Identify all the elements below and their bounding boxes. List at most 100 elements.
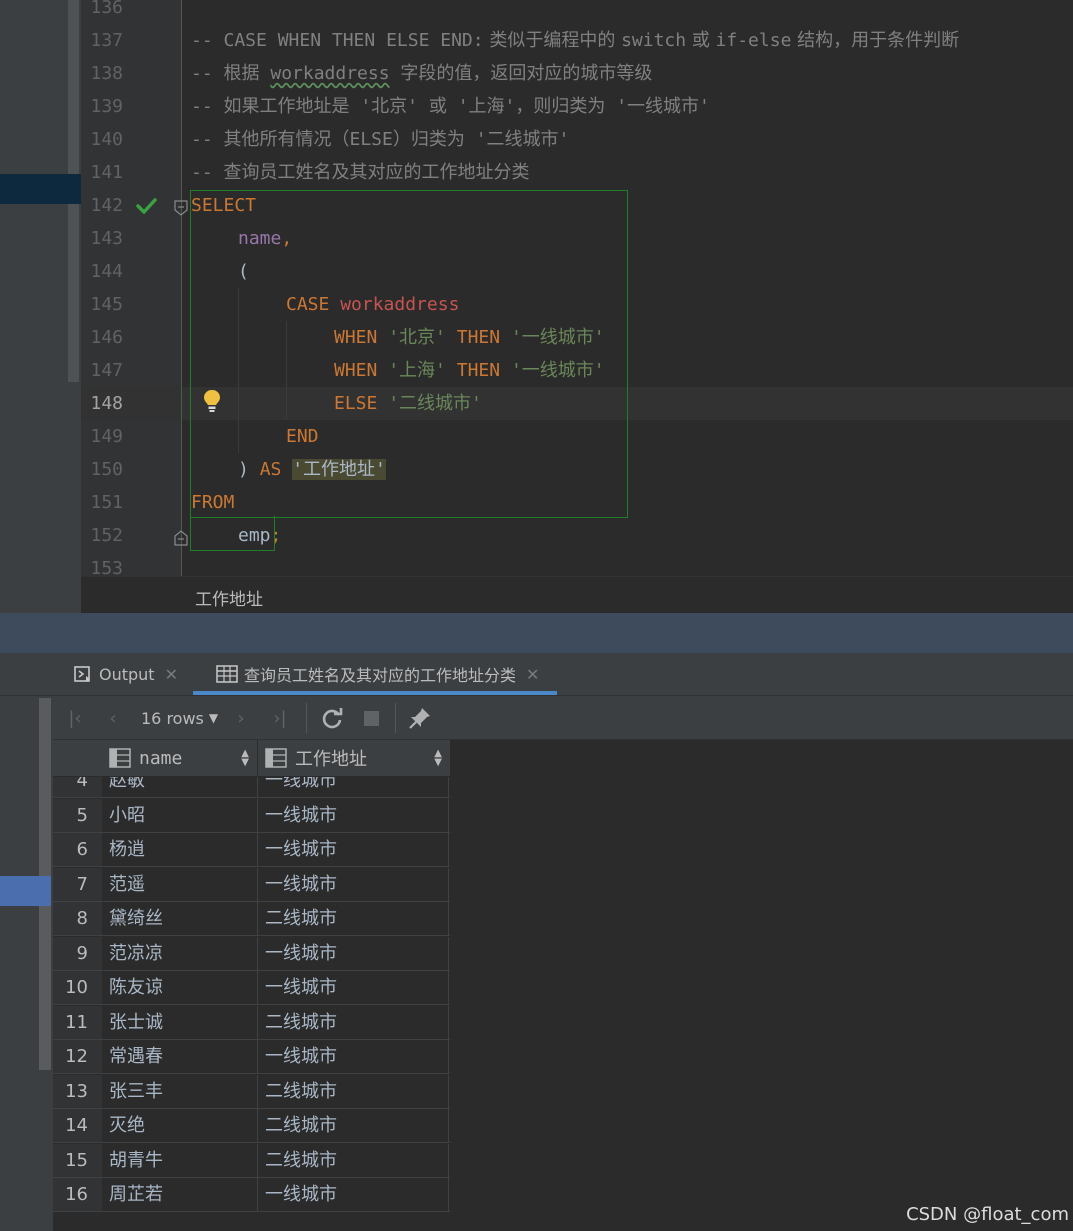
comment: 结构，用于条件判断 [791,30,960,51]
cell-workaddress[interactable]: 一线城市 [259,1178,449,1211]
breadcrumb-bar: 工作地址 [81,576,1073,613]
line-number: 147 [90,360,123,381]
comment: if-else [715,30,792,51]
column-header-label: name [139,747,183,769]
cell-workaddress[interactable]: 二线城市 [259,902,449,935]
table-row[interactable]: 11 张士诚 二线城市 [53,1005,450,1040]
bulb-icon[interactable] [202,388,222,414]
breadcrumb[interactable]: 工作地址 [195,585,263,610]
cell-workaddress[interactable]: 一线城市 [259,936,449,970]
cell-name[interactable]: 范凉凉 [103,936,258,970]
cell-workaddress[interactable]: 二线城市 [259,1005,449,1039]
table-row[interactable]: 5 小昭 一线城市 [53,798,450,833]
table-row[interactable]: 16 周芷若 一线城市 [53,1178,450,1212]
cell-workaddress[interactable]: 二线城市 [259,1109,449,1142]
sort-icon[interactable]: ▲ ▼ [434,749,442,768]
row-number: 14 [53,1109,102,1142]
check-icon[interactable] [135,195,157,217]
row-number: 12 [53,1040,102,1073]
table-row[interactable]: 9 范凉凉 一线城市 [53,936,450,971]
grid-corner [53,740,102,776]
chevron-down-icon: ▼ [208,711,219,725]
last-page-icon[interactable]: ›| [269,705,291,731]
next-page-icon[interactable]: › [231,705,251,731]
pin-icon[interactable] [408,705,432,731]
cell-name[interactable]: 常遇春 [103,1040,258,1073]
cell-workaddress[interactable]: 一线城市 [259,867,449,901]
gutter-separator [181,0,182,576]
services-tree-selected-row[interactable] [0,876,51,906]
fold-icon[interactable] [174,200,188,216]
table-row[interactable]: 13 张三丰 二线城市 [53,1074,450,1109]
refresh-icon[interactable] [320,705,344,731]
table-row[interactable]: 12 常遇春 一线城市 [53,1040,450,1074]
output-icon [74,666,90,682]
table-row[interactable]: 14 灭绝 二线城市 [53,1109,450,1143]
code-line-138[interactable]: -- 根据 workaddress 字段的值，返回对应的城市等级 [191,57,652,90]
cell-workaddress[interactable]: 一线城市 [259,798,449,832]
line-number: 140 [90,129,123,150]
line-number: 151 [90,492,123,513]
table-row[interactable]: 6 杨逍 一线城市 [53,833,450,867]
table-row[interactable]: 7 范遥 一线城市 [53,867,450,902]
cell-name[interactable]: 胡青牛 [103,1143,258,1177]
sort-icon[interactable]: ▲ ▼ [241,749,249,768]
cell-name[interactable]: 张士诚 [103,1005,258,1039]
grid-header: name ▲ ▼ 工作地址 ▲ ▼ [53,740,450,777]
cell-workaddress[interactable]: 二线城市 [259,1074,449,1108]
close-icon[interactable]: ✕ [526,665,539,684]
column-header-name[interactable]: name ▲ ▼ [103,740,258,776]
cell-workaddress[interactable]: 一线城市 [259,1040,449,1073]
code-editor[interactable]: 136 137 138 139 140 141 142 143 144 145 146 147 148 1… [0,0,1073,613]
comment: -- 根据 [191,63,271,84]
comment-typo-word: workaddress [270,63,390,84]
first-page-icon[interactable]: |‹ [65,705,85,731]
cell-name[interactable]: 灭绝 [103,1109,258,1142]
cell-name[interactable]: 张三丰 [103,1074,258,1108]
line-number: 144 [90,261,123,282]
panel-divider[interactable] [0,613,1073,653]
tab-query-result[interactable]: 查询员工姓名及其对应的工作地址分类 ✕ [216,653,539,695]
toolbar-separator [306,703,307,733]
line-number: 141 [90,162,123,183]
comment: 类似于编程中的 [483,30,622,51]
fold-icon[interactable] [174,530,188,546]
line-number: 150 [90,459,123,480]
result-grid[interactable]: 4 赵敏 一线城市 5 小昭 一线城市 6 杨逍 一线城市 7 范遥 一线城市 8 黛绮丝 二线城市 9 范凉凉… [53,740,450,1213]
table-row[interactable]: 10 陈友谅 一线城市 [53,971,450,1005]
code-line-140[interactable]: -- 其他所有情况（ELSE）归类为 '二线城市' [191,123,569,156]
code-line-137[interactable]: -- CASE WHEN THEN ELSE END: 类似于编程中的 swit… [191,24,959,57]
cell-name[interactable]: 杨逍 [103,833,258,866]
cell-name[interactable]: 范遥 [103,867,258,901]
cell-workaddress[interactable]: 二线城市 [259,1143,449,1177]
column-header-label: 工作地址 [295,749,367,770]
close-icon[interactable]: ✕ [165,665,178,684]
row-number: 9 [53,936,102,970]
line-number: 145 [90,294,123,315]
cell-name[interactable]: 周芷若 [103,1178,258,1211]
cell-workaddress[interactable]: 一线城市 [259,833,449,866]
code-line-141[interactable]: -- 查询员工姓名及其对应的工作地址分类 [191,156,530,189]
cell-name[interactable]: 陈友谅 [103,971,258,1004]
stop-icon[interactable] [361,705,381,731]
row-number: 10 [53,971,102,1004]
line-number: 142 [90,195,123,216]
cell-workaddress[interactable]: 一线城市 [259,971,449,1004]
code-line-139[interactable]: -- 如果工作地址是 '北京' 或 '上海'，则归类为 '一线城市' [191,90,710,123]
line-number: 136 [90,0,123,18]
cell-name[interactable]: 黛绮丝 [103,902,258,935]
table-row[interactable]: 8 黛绮丝 二线城市 [53,902,450,936]
line-number: 137 [90,30,123,51]
row-number: 7 [53,867,102,901]
rows-count-select[interactable]: 16 rows ▼ [141,706,218,730]
prev-page-icon[interactable]: ‹ [103,705,123,731]
project-panel-selected-row[interactable] [0,174,81,204]
tab-output[interactable]: Output ✕ [73,653,178,695]
line-number: 139 [90,96,123,117]
cell-name[interactable]: 小昭 [103,798,258,832]
column-header-workaddress[interactable]: 工作地址 ▲ ▼ [259,740,450,776]
services-panel: Output ✕ 查询员工姓名及其对应的工作地址分类 ✕ |‹ ‹ 16 row… [0,653,1073,1231]
tab-label: Output [99,664,155,684]
row-number: 15 [53,1143,102,1177]
table-row[interactable]: 15 胡青牛 二线城市 [53,1143,450,1178]
